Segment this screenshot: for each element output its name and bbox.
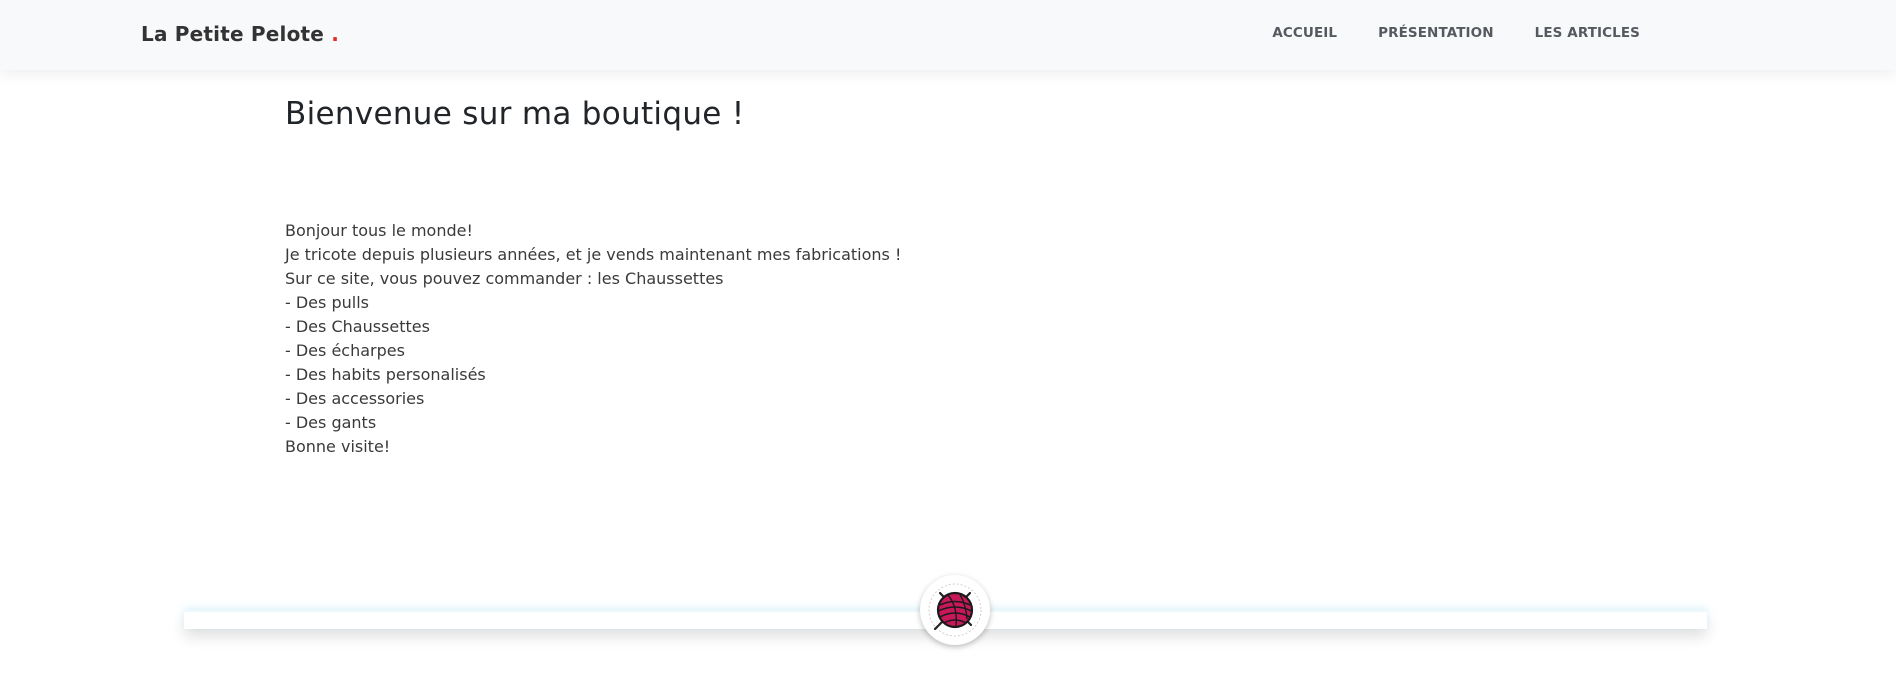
intro-line: Sur ce site, vous pouvez commander : les… (285, 269, 724, 288)
nav-link-accueil[interactable]: ACCUEIL (1272, 25, 1337, 41)
list-item: - Des écharpes (285, 341, 405, 360)
intro-text: Bonjour tous le monde! Je tricote depuis… (285, 219, 901, 459)
intro-line: Bonjour tous le monde! (285, 221, 473, 240)
brand-link[interactable]: La Petite Pelote . (141, 22, 339, 46)
list-item: - Des gants (285, 413, 377, 432)
intro-line: Je tricote depuis plusieurs années, et j… (285, 245, 902, 264)
brand-name: La Petite Pelote (141, 22, 325, 46)
closing-line: Bonne visite! (285, 437, 391, 456)
list-item: - Des pulls (285, 293, 369, 312)
main-content: Bienvenue sur ma boutique ! Bonjour tous… (285, 96, 1185, 456)
list-item: - Des accessories (285, 389, 425, 408)
nav-links: ACCUEIL PRÉSENTATION LES ARTICLES (1272, 25, 1640, 41)
list-item: - Des habits personalisés (285, 365, 486, 384)
footer-logo (920, 575, 990, 645)
yarn-ball-icon (926, 581, 984, 639)
nav-link-articles[interactable]: LES ARTICLES (1535, 25, 1640, 41)
list-item: - Des Chaussettes (285, 317, 430, 336)
nav-link-presentation[interactable]: PRÉSENTATION (1378, 25, 1494, 41)
navbar: La Petite Pelote . ACCUEIL PRÉSENTATION … (0, 0, 1896, 70)
brand-dot: . (331, 22, 340, 46)
page-title: Bienvenue sur ma boutique ! (285, 96, 745, 132)
